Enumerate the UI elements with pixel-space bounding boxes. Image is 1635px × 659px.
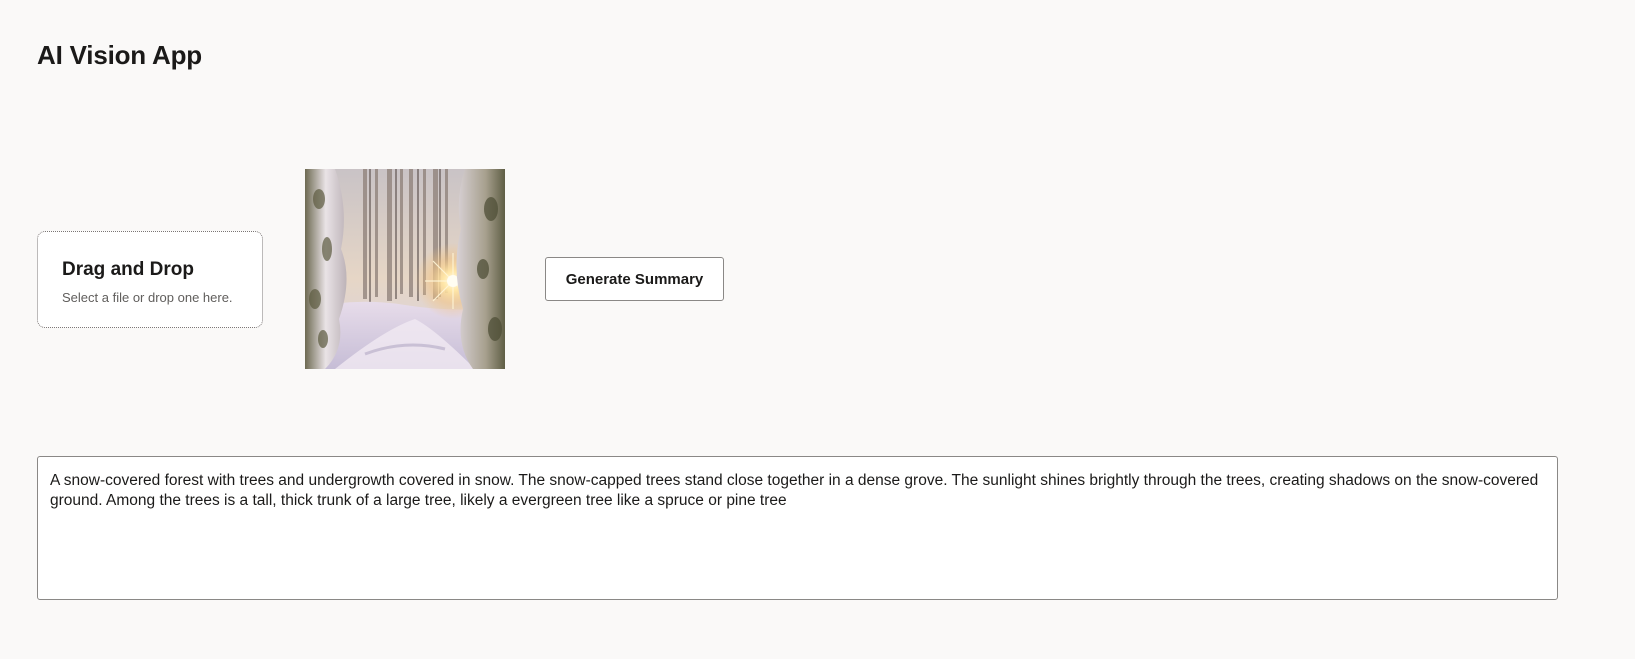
generate-summary-button[interactable]: Generate Summary: [545, 257, 724, 301]
app-title: AI Vision App: [37, 40, 202, 70]
image-preview: [305, 169, 505, 369]
snow-forest-image: [305, 169, 505, 369]
drop-zone-hint: Select a file or drop one here.: [62, 290, 233, 305]
drop-zone-title: Drag and Drop: [62, 259, 194, 280]
file-drop-zone[interactable]: Drag and Drop Select a file or drop one …: [37, 231, 263, 328]
summary-textarea[interactable]: A snow-covered forest with trees and und…: [37, 456, 1558, 600]
